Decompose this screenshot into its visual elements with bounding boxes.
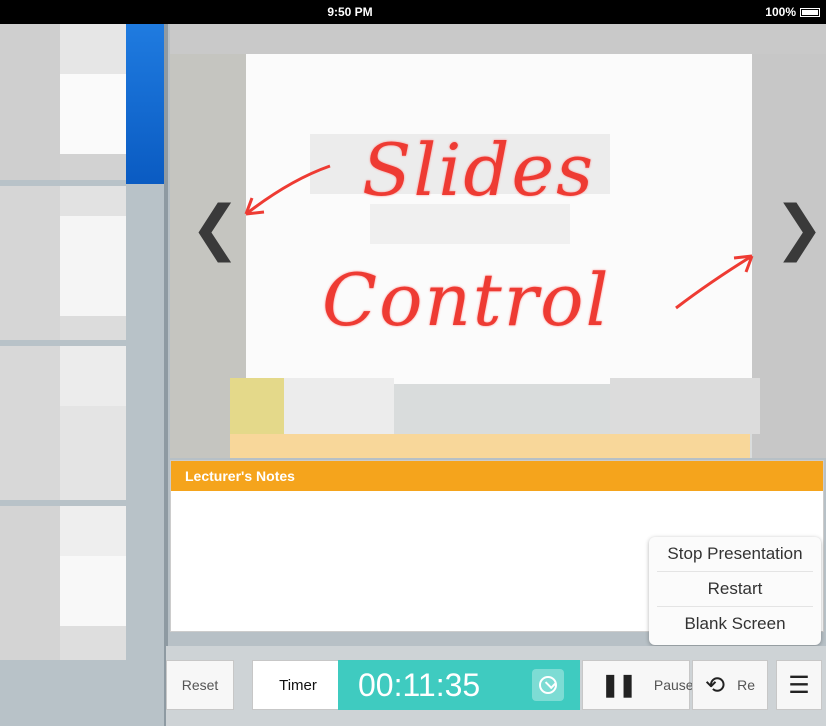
status-time: 9:50 PM [327, 5, 373, 19]
blank-screen-menu-item[interactable]: Blank Screen [657, 607, 813, 641]
presentation-menu: Stop Presentation Restart Blank Screen [649, 537, 821, 645]
annotation-arrow-right [675, 254, 754, 310]
list-icon: ☰ [788, 671, 810, 699]
timer-display: 00:11:35 [338, 660, 580, 710]
chevron-right-icon: ❯ [774, 193, 825, 263]
reset-label: Reset [181, 677, 219, 693]
battery-percent: 100% [765, 5, 796, 19]
slide-thumbnail-4[interactable] [0, 506, 126, 660]
menu-button[interactable]: ☰ [776, 660, 822, 710]
timer-label: Timer [279, 676, 317, 694]
presentation-toolbar: Reset Timer 00:11:35 ❚❚ Pause ⟲ Re ☰ [166, 646, 826, 726]
slide-preview [170, 24, 826, 458]
annotation-text-slides: Slides [362, 128, 596, 212]
next-slide-button[interactable]: ❯ [774, 198, 824, 258]
restart-menu-item[interactable]: Restart [657, 572, 813, 607]
annotation-arrow-left [244, 164, 331, 216]
battery-status: 100% [765, 5, 820, 19]
restart-icon: ⟲ [705, 671, 726, 699]
restart-label: Re [737, 677, 756, 693]
reset-button[interactable]: Reset [166, 660, 234, 710]
pause-label: Pause [653, 677, 694, 693]
timer-check-icon[interactable] [532, 669, 564, 701]
notes-title: Lecturer's Notes [171, 461, 823, 491]
restart-button[interactable]: ⟲ Re [692, 660, 768, 710]
status-bar: 9:50 PM 100% [0, 0, 826, 24]
column-divider [164, 24, 168, 726]
slide-thumbnail-2[interactable] [0, 186, 126, 340]
slide-thumbnail-3[interactable] [0, 346, 126, 500]
annotation-text-control: Control [322, 258, 611, 342]
active-slide-indicator [126, 24, 166, 184]
battery-icon [800, 7, 820, 17]
timer-value: 00:11:35 [358, 666, 481, 703]
pause-icon: ❚❚ [601, 672, 637, 697]
slide-thumbnail-1[interactable] [0, 24, 126, 180]
pause-button[interactable]: ❚❚ Pause [582, 660, 694, 710]
stop-presentation-menu-item[interactable]: Stop Presentation [657, 537, 813, 572]
timer-button[interactable]: Timer [252, 660, 344, 710]
